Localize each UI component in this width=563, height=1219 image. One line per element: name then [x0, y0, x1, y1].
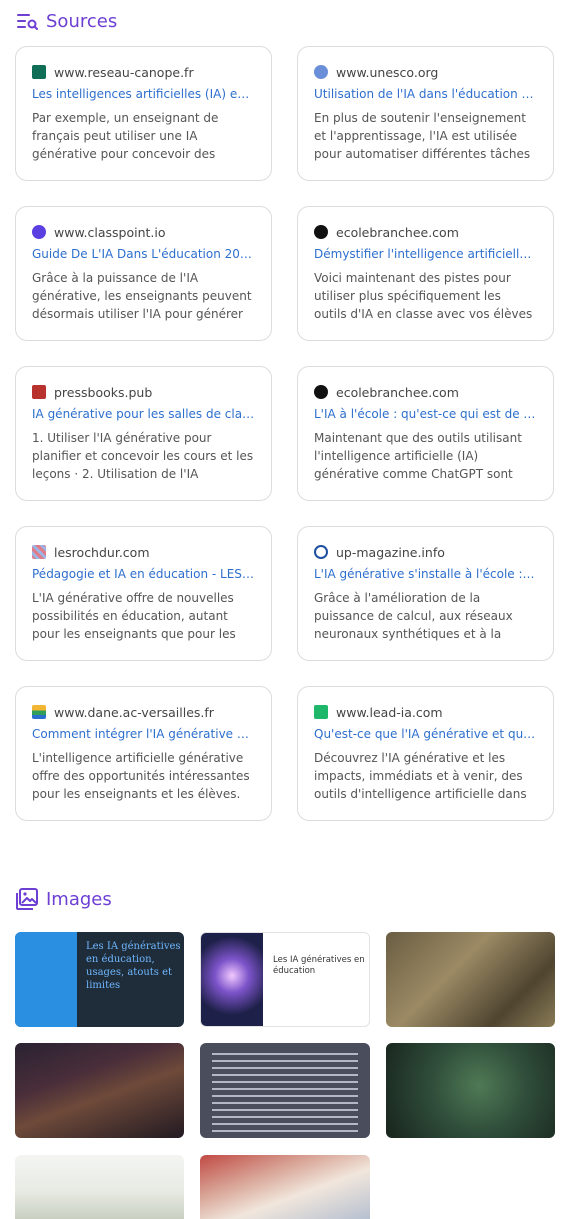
source-title-link[interactable]: L'IA à l'école : qu'est-ce qui est de la…	[314, 407, 537, 421]
sources-search-icon	[16, 10, 38, 32]
source-title-link[interactable]: Les intelligences artificielles (IA) en …	[32, 87, 255, 101]
unesco-favicon	[314, 65, 328, 79]
thumbnail-illustration	[15, 932, 77, 1027]
source-snippet: Grâce à la puissance de l'IA générative,…	[32, 271, 252, 321]
source-title-link[interactable]: Guide De L'IA Dans L'éducation 2023…	[32, 247, 255, 261]
images-heading: Images	[16, 888, 112, 910]
source-title-link[interactable]: L'IA générative s'installe à l'école : c…	[314, 567, 537, 581]
classpoint-favicon	[32, 225, 46, 239]
image-thumbnail[interactable]	[200, 1155, 370, 1219]
source-card[interactable]: ecolebranchee.com L'IA à l'école : qu'es…	[297, 366, 554, 501]
thumbnail-caption: Les IA génératives en éducation	[273, 955, 365, 976]
source-title-link[interactable]: Pédagogie et IA en éducation - LES R…	[32, 567, 255, 581]
sources-heading: Sources	[16, 10, 117, 32]
ecolebranchee-favicon	[314, 385, 328, 399]
leadia-favicon	[314, 705, 328, 719]
image-thumbnail[interactable]: Les IA génératives en éducation, usages,…	[15, 932, 184, 1027]
source-host: up-magazine.info	[336, 544, 445, 560]
thumbnail-illustration	[201, 933, 263, 1026]
source-snippet: 1. Utiliser l'IA générative pour planifi…	[32, 431, 254, 481]
source-host: pressbooks.pub	[54, 384, 153, 400]
image-thumbnail[interactable]	[15, 1155, 184, 1219]
lesrochdur-favicon	[32, 545, 46, 559]
source-card[interactable]: up-magazine.info L'IA générative s'insta…	[297, 526, 554, 661]
source-title-link[interactable]: Utilisation de l'IA dans l'éducation : d…	[314, 87, 537, 101]
source-card[interactable]: www.lead-ia.com Qu'est-ce que l'IA génér…	[297, 686, 554, 821]
canope-favicon	[32, 65, 46, 79]
thumbnail-text-lines	[212, 1053, 358, 1137]
source-snippet: Par exemple, un enseignant de français p…	[32, 111, 219, 161]
source-host: www.dane.ac-versailles.fr	[54, 704, 214, 720]
upmagazine-favicon	[314, 545, 328, 559]
source-snippet: Grâce à l'amélioration de la puissance d…	[314, 591, 513, 641]
ecolebranchee-favicon	[314, 225, 328, 239]
source-snippet: En plus de soutenir l'enseignement et l'…	[314, 111, 531, 161]
image-thumbnail[interactable]	[386, 932, 555, 1027]
source-host: lesrochdur.com	[54, 544, 150, 560]
source-snippet: Voici maintenant des pistes pour utilise…	[314, 271, 533, 321]
source-host: www.unesco.org	[336, 64, 439, 80]
image-thumbnail[interactable]	[200, 1043, 370, 1138]
source-host: ecolebranchee.com	[336, 384, 459, 400]
source-snippet: L'IA générative offre de nouvelles possi…	[32, 591, 236, 641]
source-host: www.classpoint.io	[54, 224, 166, 240]
source-snippet: Maintenant que des outils utilisant l'in…	[314, 431, 522, 481]
image-thumbnail[interactable]	[15, 1043, 184, 1138]
source-host: www.reseau-canope.fr	[54, 64, 194, 80]
source-snippet: Découvrez l'IA générative et les impacts…	[314, 751, 527, 801]
images-title: Images	[46, 888, 112, 910]
source-title-link[interactable]: Comment intégrer l'IA générative da…	[32, 727, 255, 741]
source-host: www.lead-ia.com	[336, 704, 443, 720]
pressbooks-favicon	[32, 385, 46, 399]
source-title-link[interactable]: Qu'est-ce que l'IA générative et quell…	[314, 727, 537, 741]
thumbnail-caption: Les IA génératives en éducation, usages,…	[86, 941, 181, 991]
image-thumbnail[interactable]	[386, 1043, 555, 1138]
source-card[interactable]: www.dane.ac-versailles.fr Comment intégr…	[15, 686, 272, 821]
source-card[interactable]: www.classpoint.io Guide De L'IA Dans L'é…	[15, 206, 272, 341]
image-thumbnail[interactable]: Les IA génératives en éducation	[200, 932, 370, 1027]
source-card[interactable]: pressbooks.pub IA générative pour les sa…	[15, 366, 272, 501]
source-title-link[interactable]: IA générative pour les salles de class…	[32, 407, 255, 421]
images-icon	[16, 888, 38, 910]
source-host: ecolebranchee.com	[336, 224, 459, 240]
sources-title: Sources	[46, 10, 118, 32]
dane-favicon	[32, 705, 46, 719]
source-card[interactable]: www.unesco.org Utilisation de l'IA dans …	[297, 46, 554, 181]
source-card[interactable]: lesrochdur.com Pédagogie et IA en éducat…	[15, 526, 272, 661]
source-snippet: L'intelligence artificielle générative o…	[32, 751, 250, 801]
source-title-link[interactable]: Démystifier l'intelligence artificielle …	[314, 247, 537, 261]
source-card[interactable]: ecolebranchee.com Démystifier l'intellig…	[297, 206, 554, 341]
source-card[interactable]: www.reseau-canope.fr Les intelligences a…	[15, 46, 272, 181]
